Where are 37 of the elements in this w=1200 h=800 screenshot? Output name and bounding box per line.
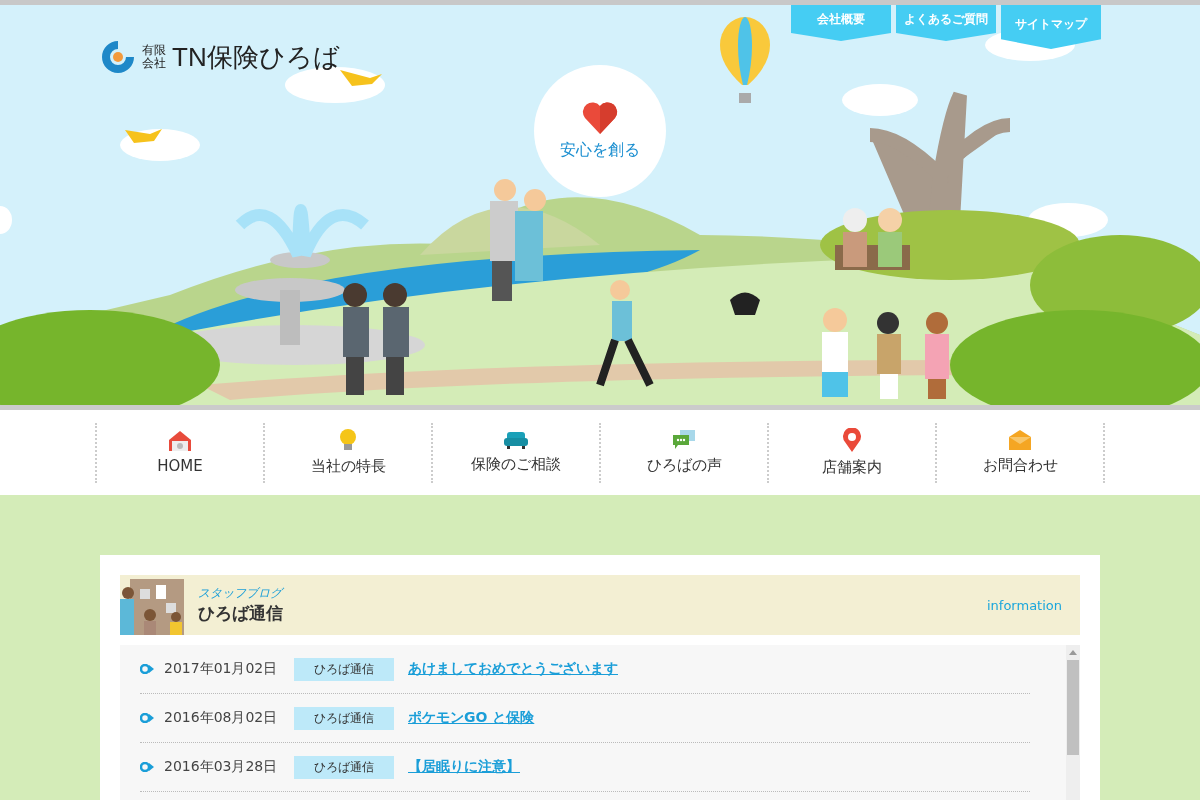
post-link[interactable]: 【居眠りに注意】 [408,758,520,776]
blog-title: ひろば通信 [198,602,284,625]
logo-name: TN保険ひろば [172,40,340,74]
post-link[interactable]: あけましておめでとうございます [408,660,618,678]
nav-item[interactable]: 保険のご相談 [431,422,599,483]
top-link[interactable]: 会社概要 [791,5,891,41]
bullet-icon [140,713,154,723]
lightbulb-icon [339,429,357,451]
map-pin-icon [843,428,861,452]
nav-item[interactable]: 当社の特長 [263,422,431,483]
logo-icon [100,39,136,75]
scrollbar[interactable] [1066,645,1080,800]
logo-company-type-bottom: 会社 [142,57,166,70]
bubble-text: 安心を創る [560,139,640,161]
nav-item[interactable]: 店舗案内 [767,422,935,483]
nav-item[interactable]: ひろばの声 [599,422,767,483]
post-date: 2016年03月28日 [164,758,279,776]
logo-company-type-top: 有限 [142,44,166,57]
nav-item[interactable]: お問合わせ [935,422,1105,483]
chat-icon [673,430,695,450]
top-link[interactable]: よくあるご質問 [896,5,996,41]
post-link[interactable]: ポケモンGO と保険 [408,709,535,727]
bullet-icon [140,762,154,772]
nav-item[interactable]: HOME [95,422,263,483]
house-icon [169,430,191,451]
sofa-icon [504,431,528,449]
category-tag: ひろば通信 [294,755,394,779]
heart-icon [582,101,618,134]
post-date: 2016年08月02日 [164,709,279,727]
category-tag: ひろば通信 [294,706,394,730]
category-tag: ひろば通信 [294,657,394,681]
envelope-icon [1009,430,1031,450]
post-date: 2017年01月02日 [164,660,279,678]
blog-subtitle: スタッフブログ [198,585,285,602]
bullet-icon [140,664,154,674]
top-link[interactable]: サイトマップ [1001,5,1101,49]
information-link[interactable]: information [986,597,1062,613]
